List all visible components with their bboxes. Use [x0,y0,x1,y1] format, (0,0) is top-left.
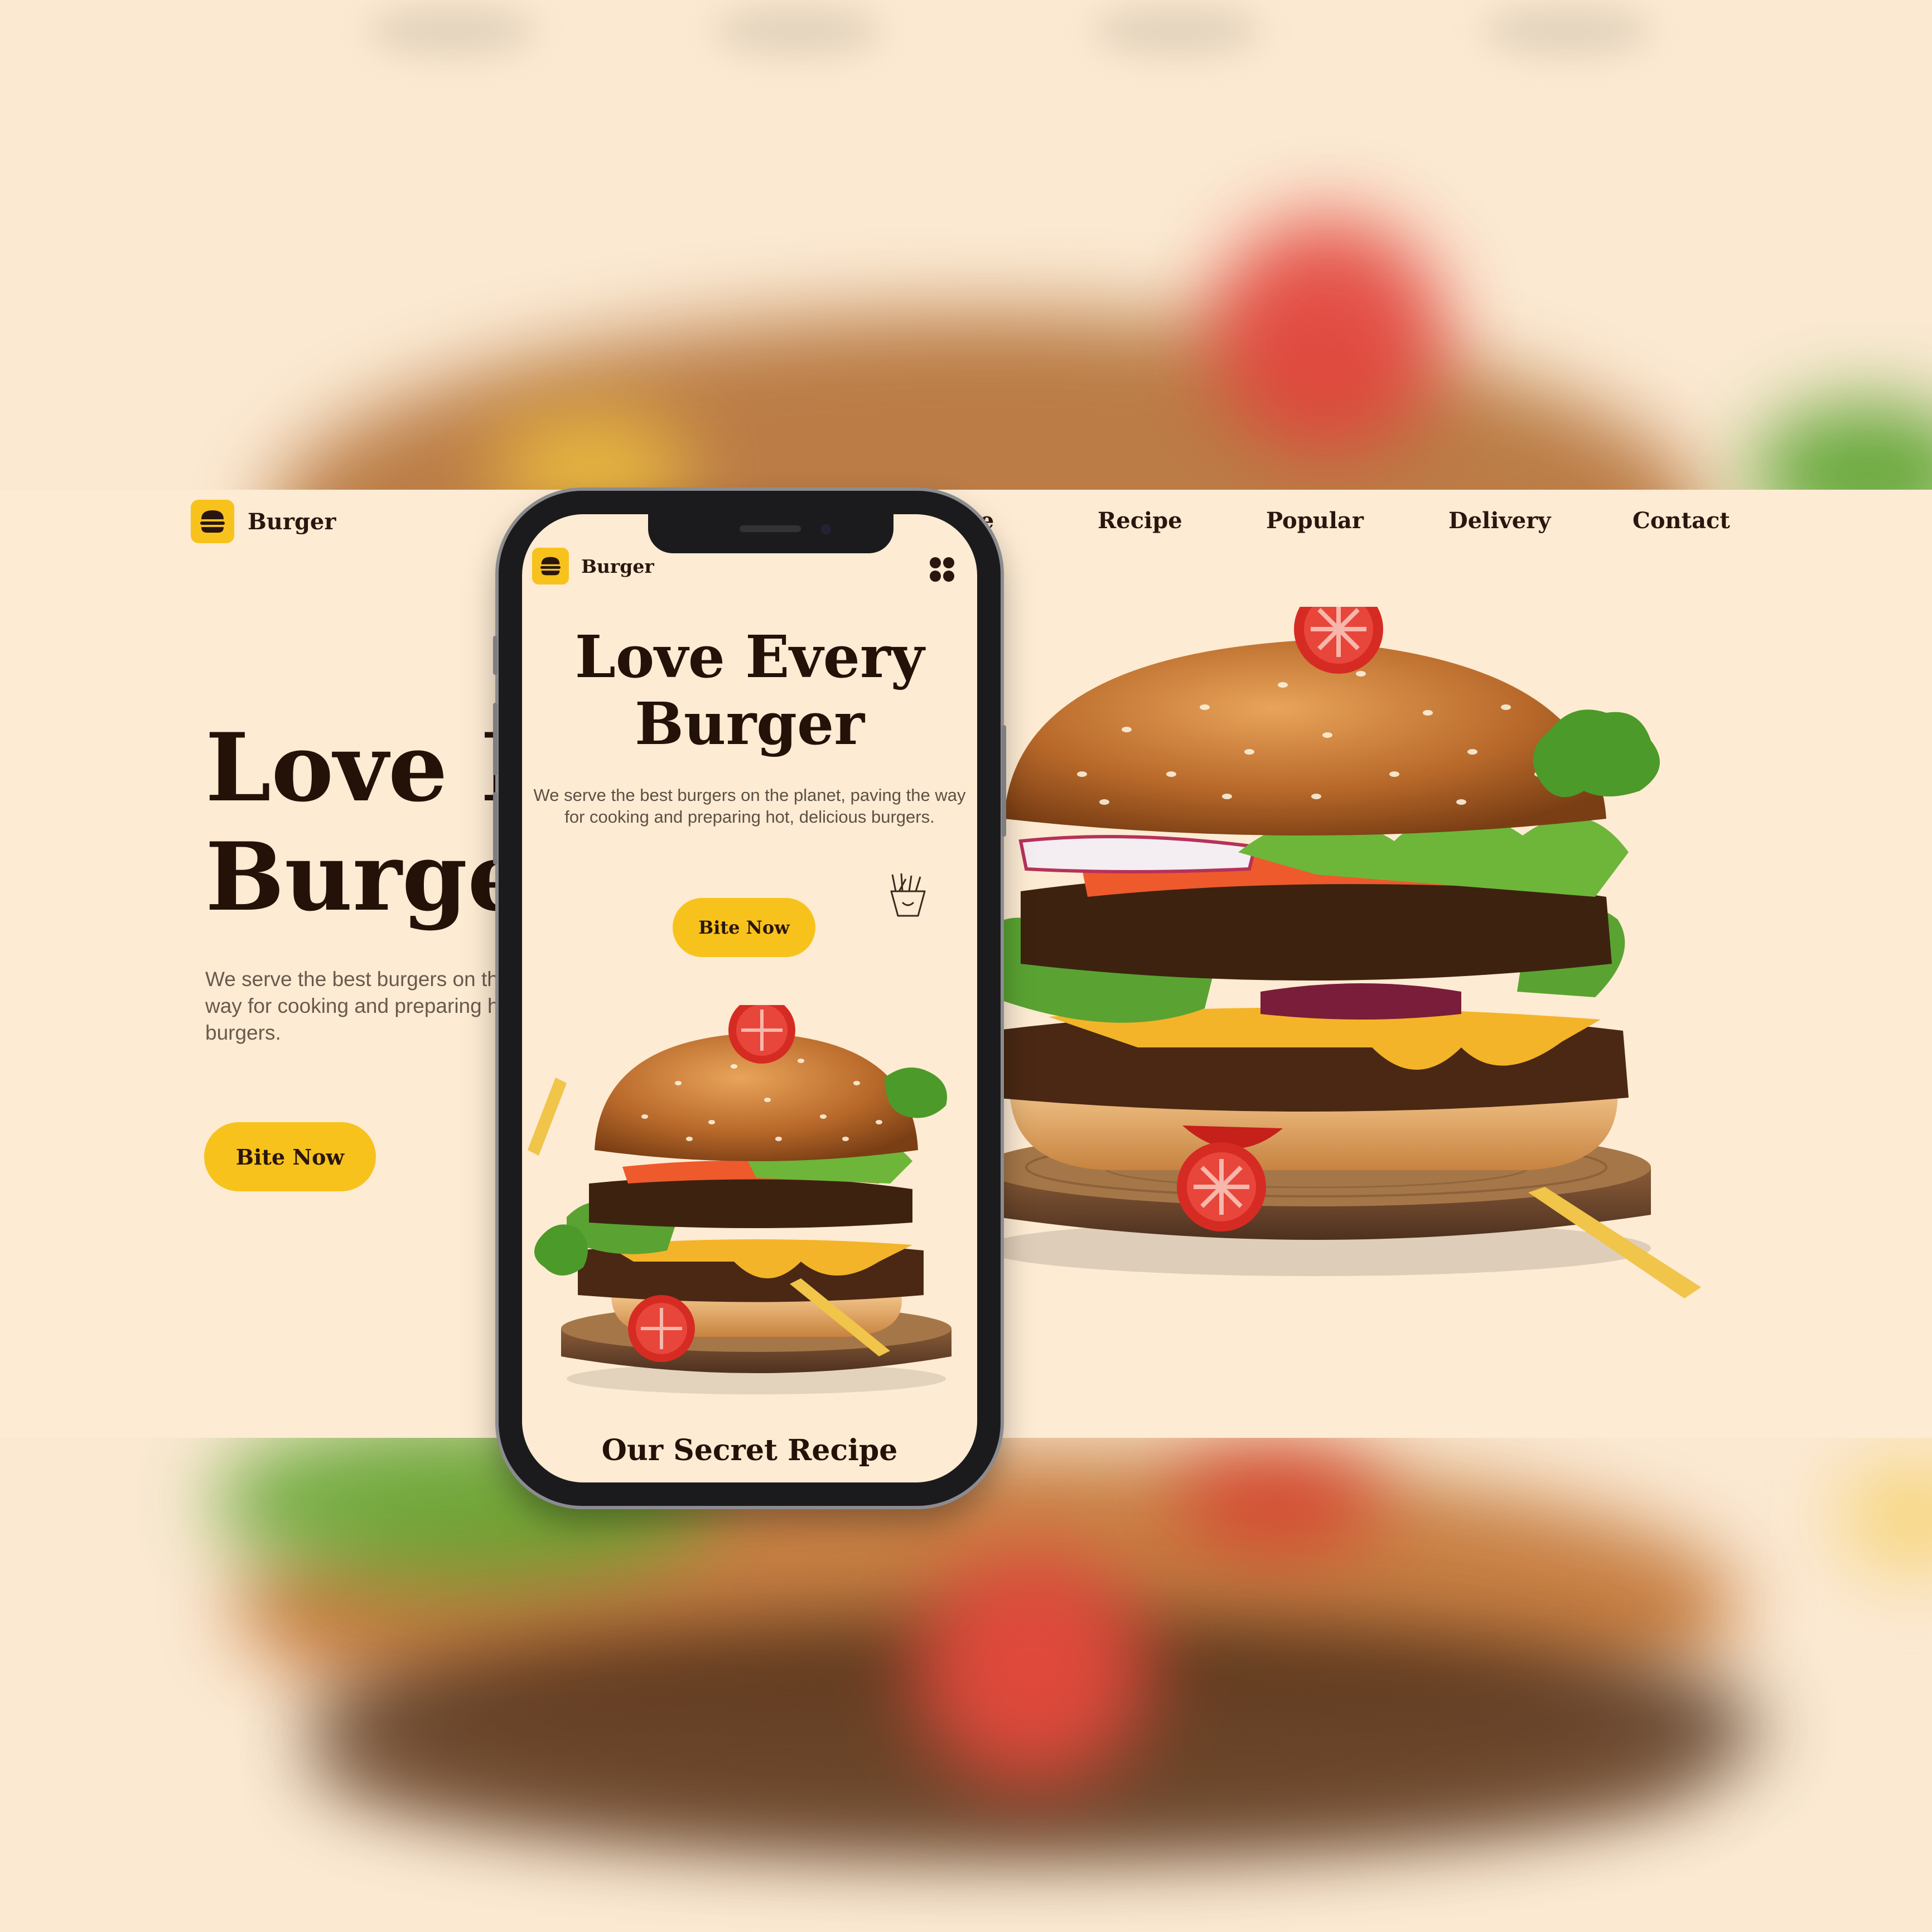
speaker-icon [740,525,801,532]
blurred-tomato [1210,218,1445,452]
blurred-nav-item [714,6,881,56]
nav-recipe[interactable]: Recipe [1098,508,1182,534]
nav-popular[interactable]: Popular [1266,508,1364,534]
phone-volume-up [493,703,498,775]
brand-logo[interactable]: Burger [191,500,336,543]
section-title: Our Secret Recipe [601,1433,898,1467]
blurred-tomato-bottom [915,1551,1149,1785]
phone-volume-down [493,792,498,864]
blurred-sauce [1171,1450,1383,1551]
phone-power-button [1002,725,1006,837]
main-nav: Home Recipe Popular Delivery Contact [920,501,1757,540]
camera-icon [821,524,831,534]
mobile-brand-name: Burger [581,555,654,577]
nav-contact[interactable]: Contact [1632,508,1730,534]
blurred-nav-item [1484,6,1651,56]
bite-now-button[interactable]: Bite Now [204,1122,376,1191]
burger-logo-icon [532,548,569,585]
grid-menu-icon[interactable] [929,557,955,582]
brand-name: Burger [248,508,336,535]
mobile-brand-logo[interactable]: Burger [532,548,654,585]
phone-side-button [493,636,498,675]
mobile-hero-title: Love Every Burger [574,622,925,758]
nav-delivery[interactable]: Delivery [1448,508,1551,534]
phone-screen: Burger Love Every Burger We serve the be… [522,514,977,1482]
blurred-fry-bottom [1841,1461,1932,1573]
fries-icon [890,873,926,917]
mobile-burger-image [528,1005,951,1394]
burger-logo-icon [191,500,234,543]
blurred-nav-item [368,6,535,56]
mobile-bite-now-button[interactable]: Bite Now [673,898,815,957]
phone-notch [648,514,893,553]
phone-mockup: Burger Love Every Burger We serve the be… [493,491,1006,1506]
blurred-nav-item [1093,6,1260,56]
burger-hero-image [970,607,1701,1298]
mobile-hero-description: We serve the best burgers on the planet,… [533,785,966,827]
